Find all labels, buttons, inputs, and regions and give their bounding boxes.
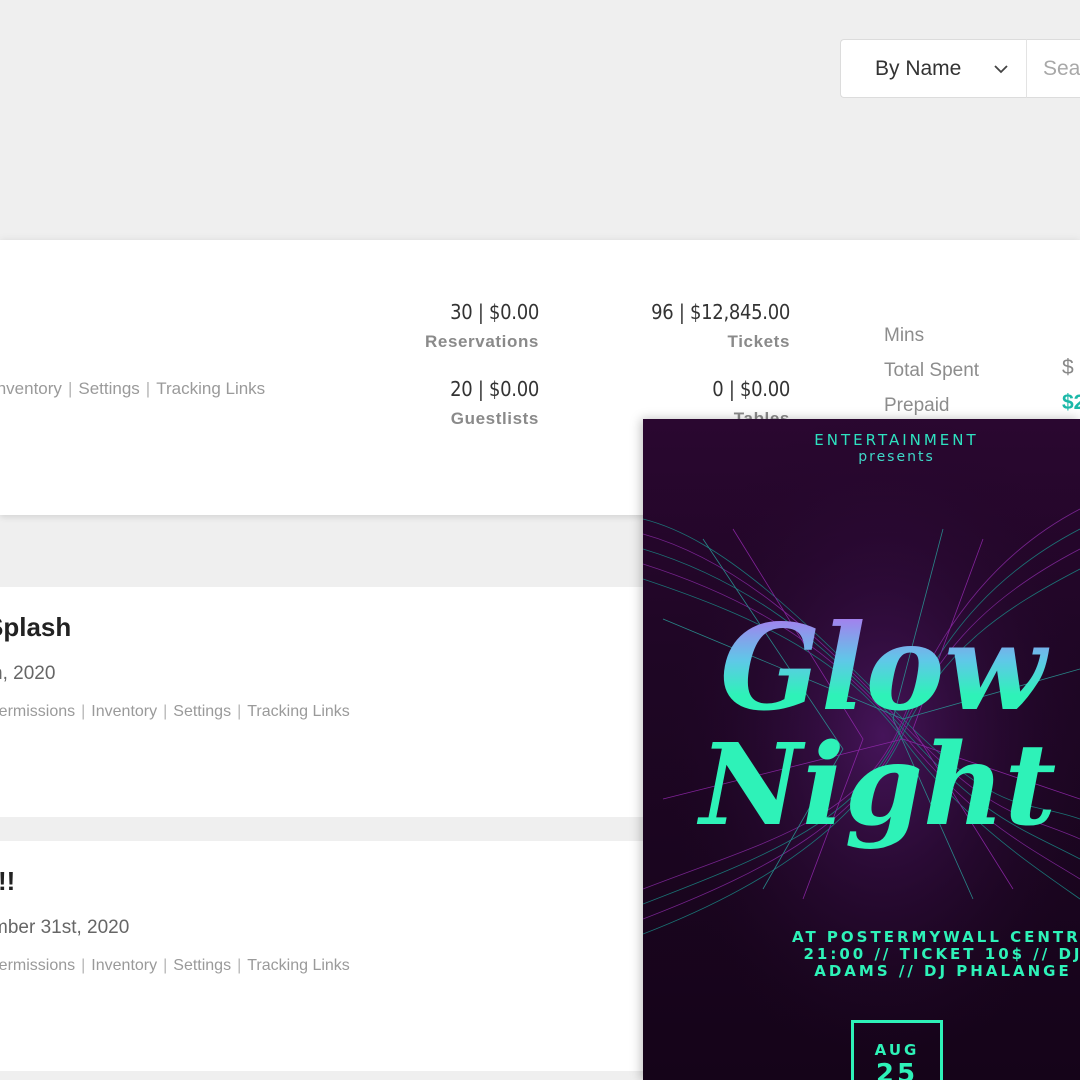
spend-summary-values: $ $2: [1062, 350, 1080, 420]
event-title[interactable]: !!: [0, 866, 15, 897]
search-input[interactable]: [1026, 39, 1080, 98]
settings-link[interactable]: Settings: [173, 957, 231, 974]
flyer-details: AT POSTERMYWALL CENTRE 21:00 // TICKET 1…: [643, 929, 1080, 980]
event-title[interactable]: Splash: [0, 612, 71, 643]
event-flyer-image: ENTERTAINMENT presents Glow Night AT POS…: [643, 419, 1080, 1080]
event-date: mber 31st, 2020: [0, 917, 130, 938]
reservations-stat: 30 | $0.00 Reservations: [425, 300, 539, 352]
flyer-title: Glow Night: [697, 598, 1056, 851]
tracking-links-link[interactable]: Tracking Links: [247, 957, 350, 974]
tickets-label: Tickets: [727, 332, 790, 351]
flyer-date-box: AUG 25: [851, 1020, 943, 1080]
event-links: Permissions|Inventory|Settings|Tracking …: [0, 957, 350, 975]
flyer-title-line2: Night: [697, 720, 1056, 851]
spend-summary-labels: Mins Total Spent Prepaid: [884, 318, 979, 423]
permissions-link[interactable]: Permissions: [0, 703, 75, 720]
guestlists-stat: 20 | $0.00 Guestlists: [450, 377, 539, 429]
total-spent-value: $: [1062, 356, 1074, 379]
flyer-day: 25: [875, 1059, 919, 1080]
sort-dropdown[interactable]: By Name: [840, 39, 1026, 98]
inventory-link[interactable]: Inventory: [91, 957, 157, 974]
prepaid-value: $2: [1062, 391, 1080, 414]
flyer-venue: AT POSTERMYWALL CENTRE: [792, 928, 1080, 946]
settings-link[interactable]: Settings: [78, 379, 139, 398]
prepaid-label: Prepaid: [884, 395, 950, 416]
reservations-label: Reservations: [425, 332, 539, 351]
flyer-djs: ADAMS // DJ PHALANGE: [814, 962, 1072, 980]
flyer-presenter: ENTERTAINMENT: [814, 431, 979, 449]
flyer-month: AUG: [874, 1041, 920, 1059]
permissions-link[interactable]: Permissions: [0, 957, 75, 974]
reservations-value: 30 | $0.00: [450, 300, 539, 324]
sort-dropdown-label: By Name: [875, 56, 962, 80]
guestlists-value: 20 | $0.00: [450, 377, 539, 401]
chevron-down-icon: [994, 65, 1008, 74]
flyer-time-ticket: 21:00 // TICKET 10$ // DJ: [803, 945, 1080, 963]
tracking-links-link[interactable]: Tracking Links: [156, 379, 265, 398]
tickets-value: 96 | $12,845.00: [651, 300, 790, 324]
flyer-title-line1: Glow: [720, 598, 1049, 737]
tracking-links-link[interactable]: Tracking Links: [247, 703, 350, 720]
event-date: h, 2020: [0, 663, 56, 684]
flyer-presents: presents: [858, 449, 935, 465]
inventory-link[interactable]: Inventory: [0, 379, 62, 398]
guestlists-label: Guestlists: [450, 409, 539, 428]
settings-link[interactable]: Settings: [173, 703, 231, 720]
mins-label: Mins: [884, 325, 925, 346]
event-links: Inventory|Settings|Tracking Links: [0, 379, 265, 399]
total-spent-label: Total Spent: [884, 360, 980, 381]
inventory-link[interactable]: Inventory: [91, 703, 157, 720]
tickets-stat: 96 | $12,845.00 Tickets: [651, 300, 790, 352]
event-links: Permissions|Inventory|Settings|Tracking …: [0, 703, 350, 721]
tables-value: 0 | $0.00: [712, 377, 790, 401]
